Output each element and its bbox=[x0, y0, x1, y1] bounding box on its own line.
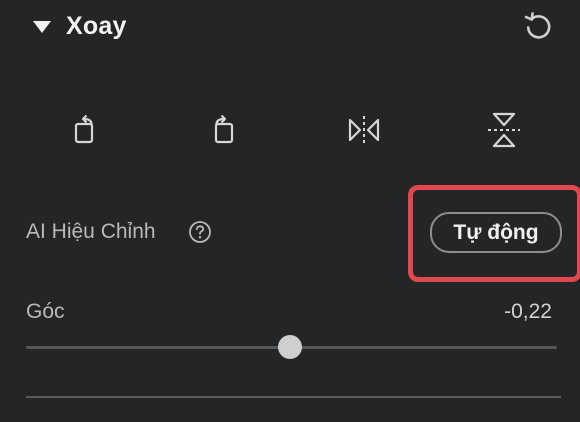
angle-label: Góc bbox=[26, 300, 65, 323]
rotate-right-icon bbox=[204, 110, 244, 150]
slider-thumb[interactable] bbox=[278, 335, 303, 359]
reset-button[interactable] bbox=[521, 11, 555, 45]
auto-correct-button[interactable]: Tự động bbox=[430, 212, 562, 253]
divider bbox=[26, 396, 561, 398]
reset-icon bbox=[522, 10, 554, 47]
flip-vertical-icon bbox=[484, 108, 524, 152]
angle-slider[interactable] bbox=[26, 334, 557, 360]
rotate-tools bbox=[0, 104, 580, 156]
flip-horizontal-icon bbox=[342, 110, 386, 150]
section-title: Xoay bbox=[66, 12, 127, 40]
rotate-panel: Xoay AI Hiệu Chỉnh Tự động Góc -0,22 bbox=[0, 0, 580, 422]
panel-header: Xoay bbox=[0, 0, 580, 56]
rotate-left-button[interactable] bbox=[58, 104, 110, 156]
flip-vertical-button[interactable] bbox=[478, 104, 530, 156]
collapse-toggle[interactable] bbox=[31, 20, 53, 38]
ai-correction-row: AI Hiệu Chỉnh Tự động bbox=[0, 185, 580, 282]
ai-correction-label: AI Hiệu Chỉnh bbox=[26, 220, 156, 243]
help-icon[interactable] bbox=[188, 220, 212, 244]
rotate-left-icon bbox=[64, 110, 104, 150]
flip-horizontal-button[interactable] bbox=[338, 104, 390, 156]
caret-down-icon bbox=[31, 19, 53, 40]
rotate-right-button[interactable] bbox=[198, 104, 250, 156]
angle-value[interactable]: -0,22 bbox=[504, 300, 552, 324]
